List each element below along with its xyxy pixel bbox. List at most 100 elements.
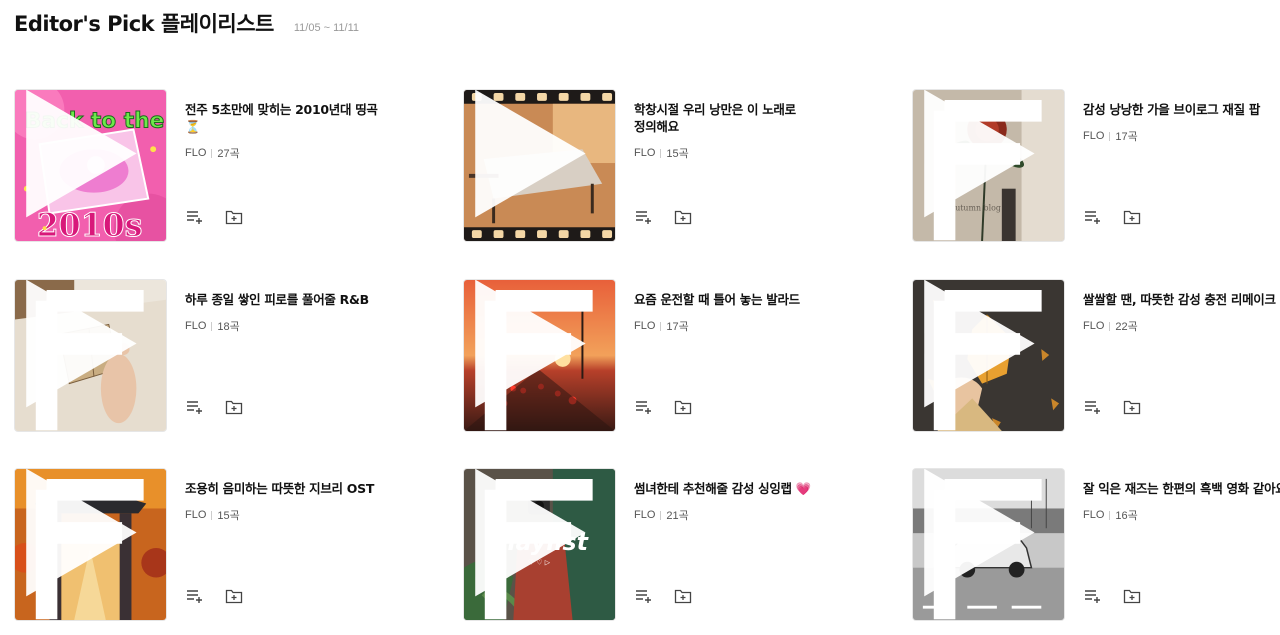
playlist-cover[interactable] (463, 89, 616, 242)
divider (211, 148, 213, 158)
track-count: 22곡 (1115, 321, 1138, 333)
playlist-owner: FLO (185, 509, 207, 521)
divider (660, 321, 662, 331)
divider (1109, 510, 1111, 520)
track-count: 16곡 (1115, 510, 1138, 522)
folder-add-icon[interactable] (1123, 209, 1149, 225)
playlist-card[interactable]: 학창시절 우리 낭만은 이 노래로 정의해요 FLO 15곡 (463, 89, 863, 243)
playlist-meta: FLO 15곡 (185, 507, 395, 523)
playlist-meta: FLO 21곡 (634, 507, 844, 523)
playlist-add-icon[interactable] (185, 209, 211, 225)
playlist-add-icon[interactable] (1083, 399, 1109, 415)
track-count: 17곡 (666, 321, 689, 333)
card-actions (634, 209, 700, 225)
folder-add-icon[interactable] (674, 588, 700, 604)
playlist-add-icon[interactable] (634, 399, 660, 415)
playlist-title[interactable]: 조용히 음미하는 따뜻한 지브리 OST (185, 480, 395, 497)
play-icon[interactable] (14, 89, 154, 229)
playlist-owner: FLO (185, 320, 207, 332)
playlist-title[interactable]: 쌀쌀할 땐, 따뜻한 감성 충전 리메이크 (1083, 291, 1280, 308)
page-header: Editor's Pick 플레이리스트 11/05 ~ 11/11 (14, 8, 359, 38)
play-icon[interactable] (912, 468, 1052, 608)
card-actions (185, 399, 251, 415)
playlist-add-icon[interactable] (634, 588, 660, 604)
playlist-card[interactable]: Back to the 2010s 2010s 전주 5초만에 맞히는 2010… (14, 89, 414, 243)
playlist-title[interactable]: 요즘 운전할 때 틀어 놓는 발라드 (634, 291, 844, 308)
divider (1109, 321, 1111, 331)
playlist-meta: FLO 16곡 (1083, 507, 1280, 523)
card-actions (634, 399, 700, 415)
playlist-owner: FLO (1083, 509, 1105, 521)
playlist-card[interactable]: autumn blog 감성 낭낭한 가을 브이로그 재질 팝 FLO 17곡 (912, 89, 1280, 243)
card-actions (1083, 209, 1149, 225)
playlist-title[interactable]: 전주 5초만에 맞히는 2010년대 띵곡 ⏳ (185, 101, 395, 135)
playlist-cover[interactable]: autumn blog (912, 89, 1065, 242)
card-actions (1083, 588, 1149, 604)
playlist-title[interactable]: 학창시절 우리 낭만은 이 노래로 정의해요 (634, 101, 844, 135)
playlist-cover[interactable] (912, 468, 1065, 621)
date-range: 11/05 ~ 11/11 (293, 22, 360, 34)
page-title: Editor's Pick 플레이리스트 (14, 12, 274, 36)
card-actions (1083, 399, 1149, 415)
folder-add-icon[interactable] (674, 399, 700, 415)
divider (660, 510, 662, 520)
playlist-owner: FLO (634, 320, 656, 332)
playlist-meta: FLO 17곡 (1083, 128, 1280, 144)
folder-add-icon[interactable] (225, 399, 251, 415)
divider (660, 148, 662, 158)
playlist-owner: FLO (185, 147, 207, 159)
playlist-cover[interactable]: Playlist ♡ ♡ ▷ (463, 468, 616, 621)
playlist-card[interactable]: 잘 익은 재즈는 한편의 흑백 영화 같아요 FLO 16곡 (912, 468, 1280, 622)
playlist-title[interactable]: 썸녀한테 추천해줄 감성 싱잉랩 💗 (634, 480, 844, 497)
playlist-grid: Back to the 2010s 2010s 전주 5초만에 맞히는 2010… (14, 89, 1280, 635)
play-icon[interactable] (463, 468, 603, 608)
track-count: 27곡 (217, 148, 240, 160)
playlist-add-icon[interactable] (634, 209, 660, 225)
card-actions (185, 209, 251, 225)
playlist-add-icon[interactable] (185, 399, 211, 415)
playlist-cover[interactable] (14, 468, 167, 621)
play-icon[interactable] (463, 89, 603, 229)
folder-add-icon[interactable] (1123, 588, 1149, 604)
playlist-card[interactable]: 하루 종일 쌓인 피로를 풀어줄 R&B FLO 18곡 (14, 279, 414, 433)
track-count: 18곡 (217, 321, 240, 333)
playlist-cover[interactable] (912, 279, 1065, 432)
playlist-meta: FLO 18곡 (185, 318, 395, 334)
play-icon[interactable] (14, 279, 154, 419)
folder-add-icon[interactable] (225, 209, 251, 225)
play-icon[interactable] (912, 279, 1052, 419)
play-icon[interactable] (463, 279, 603, 419)
play-icon[interactable] (912, 89, 1052, 229)
playlist-add-icon[interactable] (1083, 588, 1109, 604)
folder-add-icon[interactable] (1123, 399, 1149, 415)
folder-add-icon[interactable] (674, 209, 700, 225)
divider (211, 321, 213, 331)
playlist-title[interactable]: 감성 낭낭한 가을 브이로그 재질 팝 (1083, 101, 1280, 118)
play-icon[interactable] (14, 468, 154, 608)
playlist-cover[interactable]: Back to the 2010s 2010s (14, 89, 167, 242)
playlist-meta: FLO 17곡 (634, 318, 844, 334)
card-actions (185, 588, 251, 604)
track-count: 21곡 (666, 510, 689, 522)
playlist-card[interactable]: 조용히 음미하는 따뜻한 지브리 OST FLO 15곡 (14, 468, 414, 622)
card-actions (634, 588, 700, 604)
playlist-title[interactable]: 하루 종일 쌓인 피로를 풀어줄 R&B (185, 291, 395, 308)
playlist-card[interactable]: 요즘 운전할 때 틀어 놓는 발라드 FLO 17곡 (463, 279, 863, 433)
playlist-card[interactable]: Playlist ♡ ♡ ▷ 썸녀한테 추천해줄 감성 싱잉랩 💗 FLO 21곡 (463, 468, 863, 622)
track-count: 15곡 (666, 148, 689, 160)
playlist-owner: FLO (634, 147, 656, 159)
playlist-cover[interactable] (463, 279, 616, 432)
playlist-card[interactable]: 쌀쌀할 땐, 따뜻한 감성 충전 리메이크 FLO 22곡 (912, 279, 1280, 433)
playlist-owner: FLO (634, 509, 656, 521)
track-count: 15곡 (217, 510, 240, 522)
divider (1109, 131, 1111, 141)
playlist-cover[interactable] (14, 279, 167, 432)
playlist-meta: FLO 22곡 (1083, 318, 1280, 334)
playlist-add-icon[interactable] (185, 588, 211, 604)
playlist-title[interactable]: 잘 익은 재즈는 한편의 흑백 영화 같아요 (1083, 480, 1280, 497)
track-count: 17곡 (1115, 131, 1138, 143)
playlist-meta: FLO 15곡 (634, 145, 844, 161)
playlist-owner: FLO (1083, 130, 1105, 142)
playlist-add-icon[interactable] (1083, 209, 1109, 225)
folder-add-icon[interactable] (225, 588, 251, 604)
